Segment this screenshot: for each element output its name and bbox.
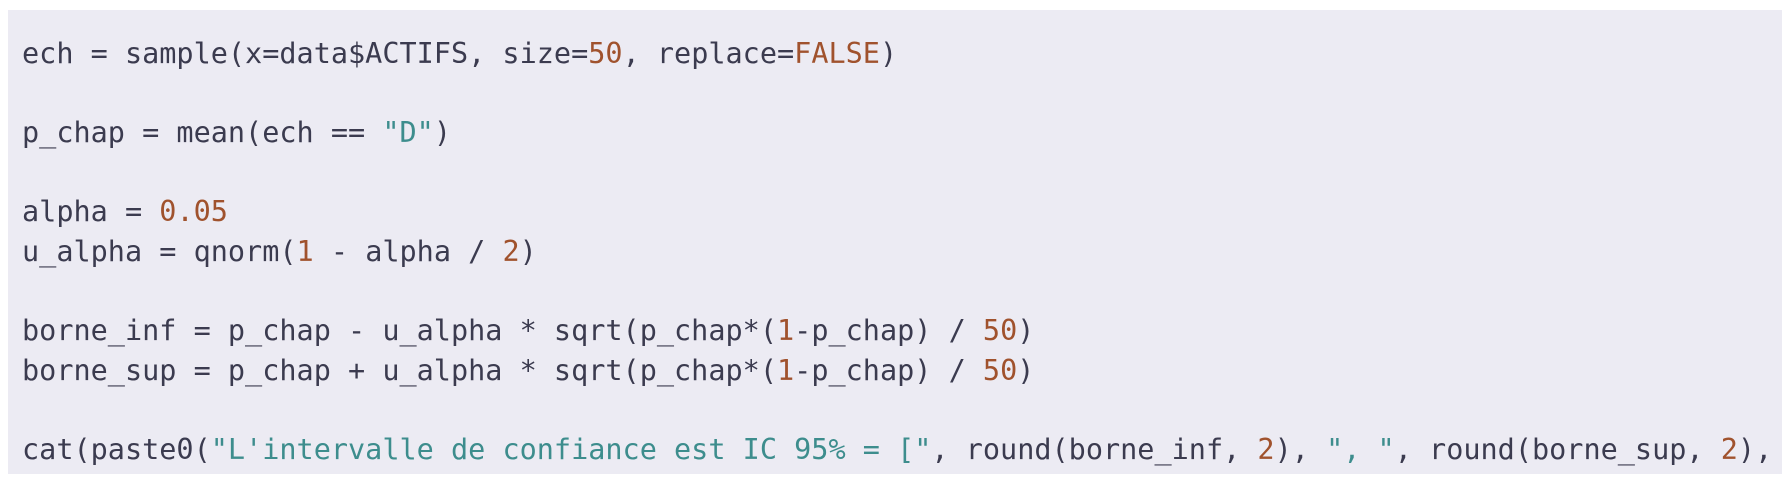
code-token-num: 0.05 (159, 195, 228, 229)
code-token-num: 1 (296, 234, 314, 268)
code-token-plain: ), (1274, 432, 1327, 466)
code-token-num: 50 (982, 314, 1018, 348)
code-token-plain: -p_chap) / (794, 353, 983, 387)
code-token-plain: ) (519, 234, 537, 268)
code-token-plain: ) (1017, 314, 1035, 348)
code-line-9: borne_sup = p_chap + u_alpha * sqrt(p_ch… (22, 351, 1782, 391)
code-token-num: 50 (982, 353, 1018, 387)
code-token-num: 50 (588, 37, 623, 70)
code-line-8: borne_inf = p_chap - u_alpha * sqrt(p_ch… (22, 311, 1782, 351)
code-token-plain: -p_chap) / (794, 314, 983, 348)
code-line-5: alpha = 0.05 (22, 192, 1782, 232)
code-token-num: 2 (1720, 432, 1738, 466)
code-token-plain: ech = sample(x=data$ACTIFS, size= (22, 37, 589, 70)
code-token-plain: ), (1737, 432, 1790, 466)
code-token-plain: ) (433, 116, 451, 150)
code-token-num: 1 (776, 353, 795, 387)
code-block[interactable]: ech = sample(x=data$ACTIFS, size=50, rep… (8, 10, 1790, 474)
code-token-num: 2 (1257, 432, 1275, 466)
code-token-plain: - alpha / (313, 234, 503, 268)
code-token-plain: borne_inf = p_chap - u_alpha * sqrt(p_ch… (22, 314, 777, 348)
code-line-3: p_chap = mean(ech == "D") (22, 113, 1782, 153)
code-token-plain: u_alpha = qnorm( (22, 234, 297, 268)
code-token-plain: ) (879, 37, 898, 70)
code-line-6: u_alpha = qnorm(1 - alpha / 2) (22, 232, 1782, 272)
code-token-plain: , round(borne_inf, (931, 432, 1258, 466)
code-token-plain: , replace= (622, 37, 795, 70)
code-line-1: ech = sample(x=data$ACTIFS, size=50, rep… (22, 34, 1782, 74)
code-token-plain: , round(borne_sup, (1394, 432, 1721, 466)
code-token-str: "D" (382, 116, 434, 150)
code-token-plain: borne_sup = p_chap + u_alpha * sqrt(p_ch… (22, 353, 777, 387)
code-token-str: "L'intervalle de confiance est IC 95% = … (210, 432, 932, 466)
code-line-11: cat(paste0("L'intervalle de confiance es… (22, 430, 1790, 470)
code-token-num: 1 (776, 314, 795, 348)
code-token-str: ", " (1326, 432, 1395, 466)
code-token-plain: alpha = (22, 195, 160, 229)
code-token-bool: FALSE (794, 37, 880, 70)
code-token-plain: ) (1017, 353, 1035, 387)
code-token-plain: cat(paste0( (22, 432, 211, 466)
code-lines: ech = sample(x=data$ACTIFS, size=50, rep… (22, 34, 1790, 470)
code-token-plain: p_chap = mean(ech == (22, 116, 383, 150)
code-token-num: 2 (502, 234, 520, 268)
